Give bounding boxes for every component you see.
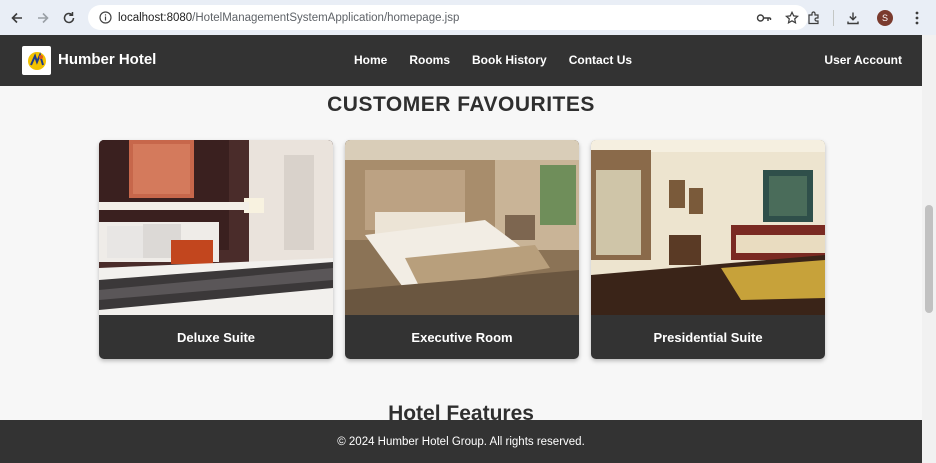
room-photo-presidential-suite bbox=[591, 140, 825, 315]
url-host: localhost:8080 bbox=[118, 11, 193, 24]
room-photo-deluxe-suite bbox=[99, 140, 333, 315]
page-viewport: Humber Hotel Home Rooms Book History Con… bbox=[0, 35, 922, 463]
nav-rooms[interactable]: Rooms bbox=[409, 53, 450, 67]
room-name: Presidential Suite bbox=[653, 329, 763, 345]
profile-avatar[interactable]: S bbox=[872, 5, 898, 31]
nav-contact-us[interactable]: Contact Us bbox=[569, 53, 632, 67]
scrollbar-thumb[interactable] bbox=[925, 205, 933, 313]
password-key-icon[interactable] bbox=[754, 8, 774, 28]
brand-name[interactable]: Humber Hotel bbox=[58, 51, 156, 68]
page-scrollbar[interactable] bbox=[922, 35, 936, 463]
hotel-logo[interactable] bbox=[22, 46, 51, 75]
room-photo-executive-room bbox=[345, 140, 579, 315]
room-card-executive-room[interactable]: Executive Room bbox=[345, 140, 579, 359]
nav-home[interactable]: Home bbox=[354, 53, 387, 67]
site-info-icon[interactable] bbox=[94, 11, 116, 24]
site-footer: © 2024 Humber Hotel Group. All rights re… bbox=[0, 420, 922, 463]
profile-initial: S bbox=[877, 10, 893, 26]
extensions-icon[interactable] bbox=[801, 5, 827, 31]
menu-kebab-icon[interactable] bbox=[904, 5, 930, 31]
forward-arrow-icon[interactable] bbox=[30, 5, 56, 31]
room-name: Executive Room bbox=[411, 329, 513, 345]
download-icon[interactable] bbox=[840, 5, 866, 31]
browser-toolbar: localhost:8080/HotelManagementSystemAppl… bbox=[0, 0, 936, 35]
url-text: localhost:8080/HotelManagementSystemAppl… bbox=[118, 12, 459, 24]
hotel-logo-icon bbox=[27, 51, 46, 70]
main-nav: Home Rooms Book History Contact Us bbox=[354, 53, 632, 67]
bookmark-star-icon[interactable] bbox=[782, 8, 802, 28]
footer-copyright: © 2024 Humber Hotel Group. All rights re… bbox=[337, 435, 585, 448]
address-bar[interactable]: localhost:8080/HotelManagementSystemAppl… bbox=[88, 5, 808, 30]
site-header: Humber Hotel Home Rooms Book History Con… bbox=[0, 35, 922, 86]
nav-book-history[interactable]: Book History bbox=[472, 53, 547, 67]
user-account-link[interactable]: User Account bbox=[824, 53, 902, 67]
toolbar-separator bbox=[833, 10, 834, 26]
reload-icon[interactable] bbox=[56, 5, 82, 31]
room-name: Deluxe Suite bbox=[176, 329, 256, 345]
back-arrow-icon[interactable] bbox=[4, 5, 30, 31]
url-path: /HotelManagementSystemApplication/homepa… bbox=[192, 11, 460, 24]
room-card-deluxe-suite[interactable]: Deluxe Suite bbox=[99, 140, 333, 359]
section-title: CUSTOMER FAVOURITES bbox=[327, 93, 595, 116]
room-card-presidential-suite[interactable]: Presidential Suite bbox=[591, 140, 825, 359]
